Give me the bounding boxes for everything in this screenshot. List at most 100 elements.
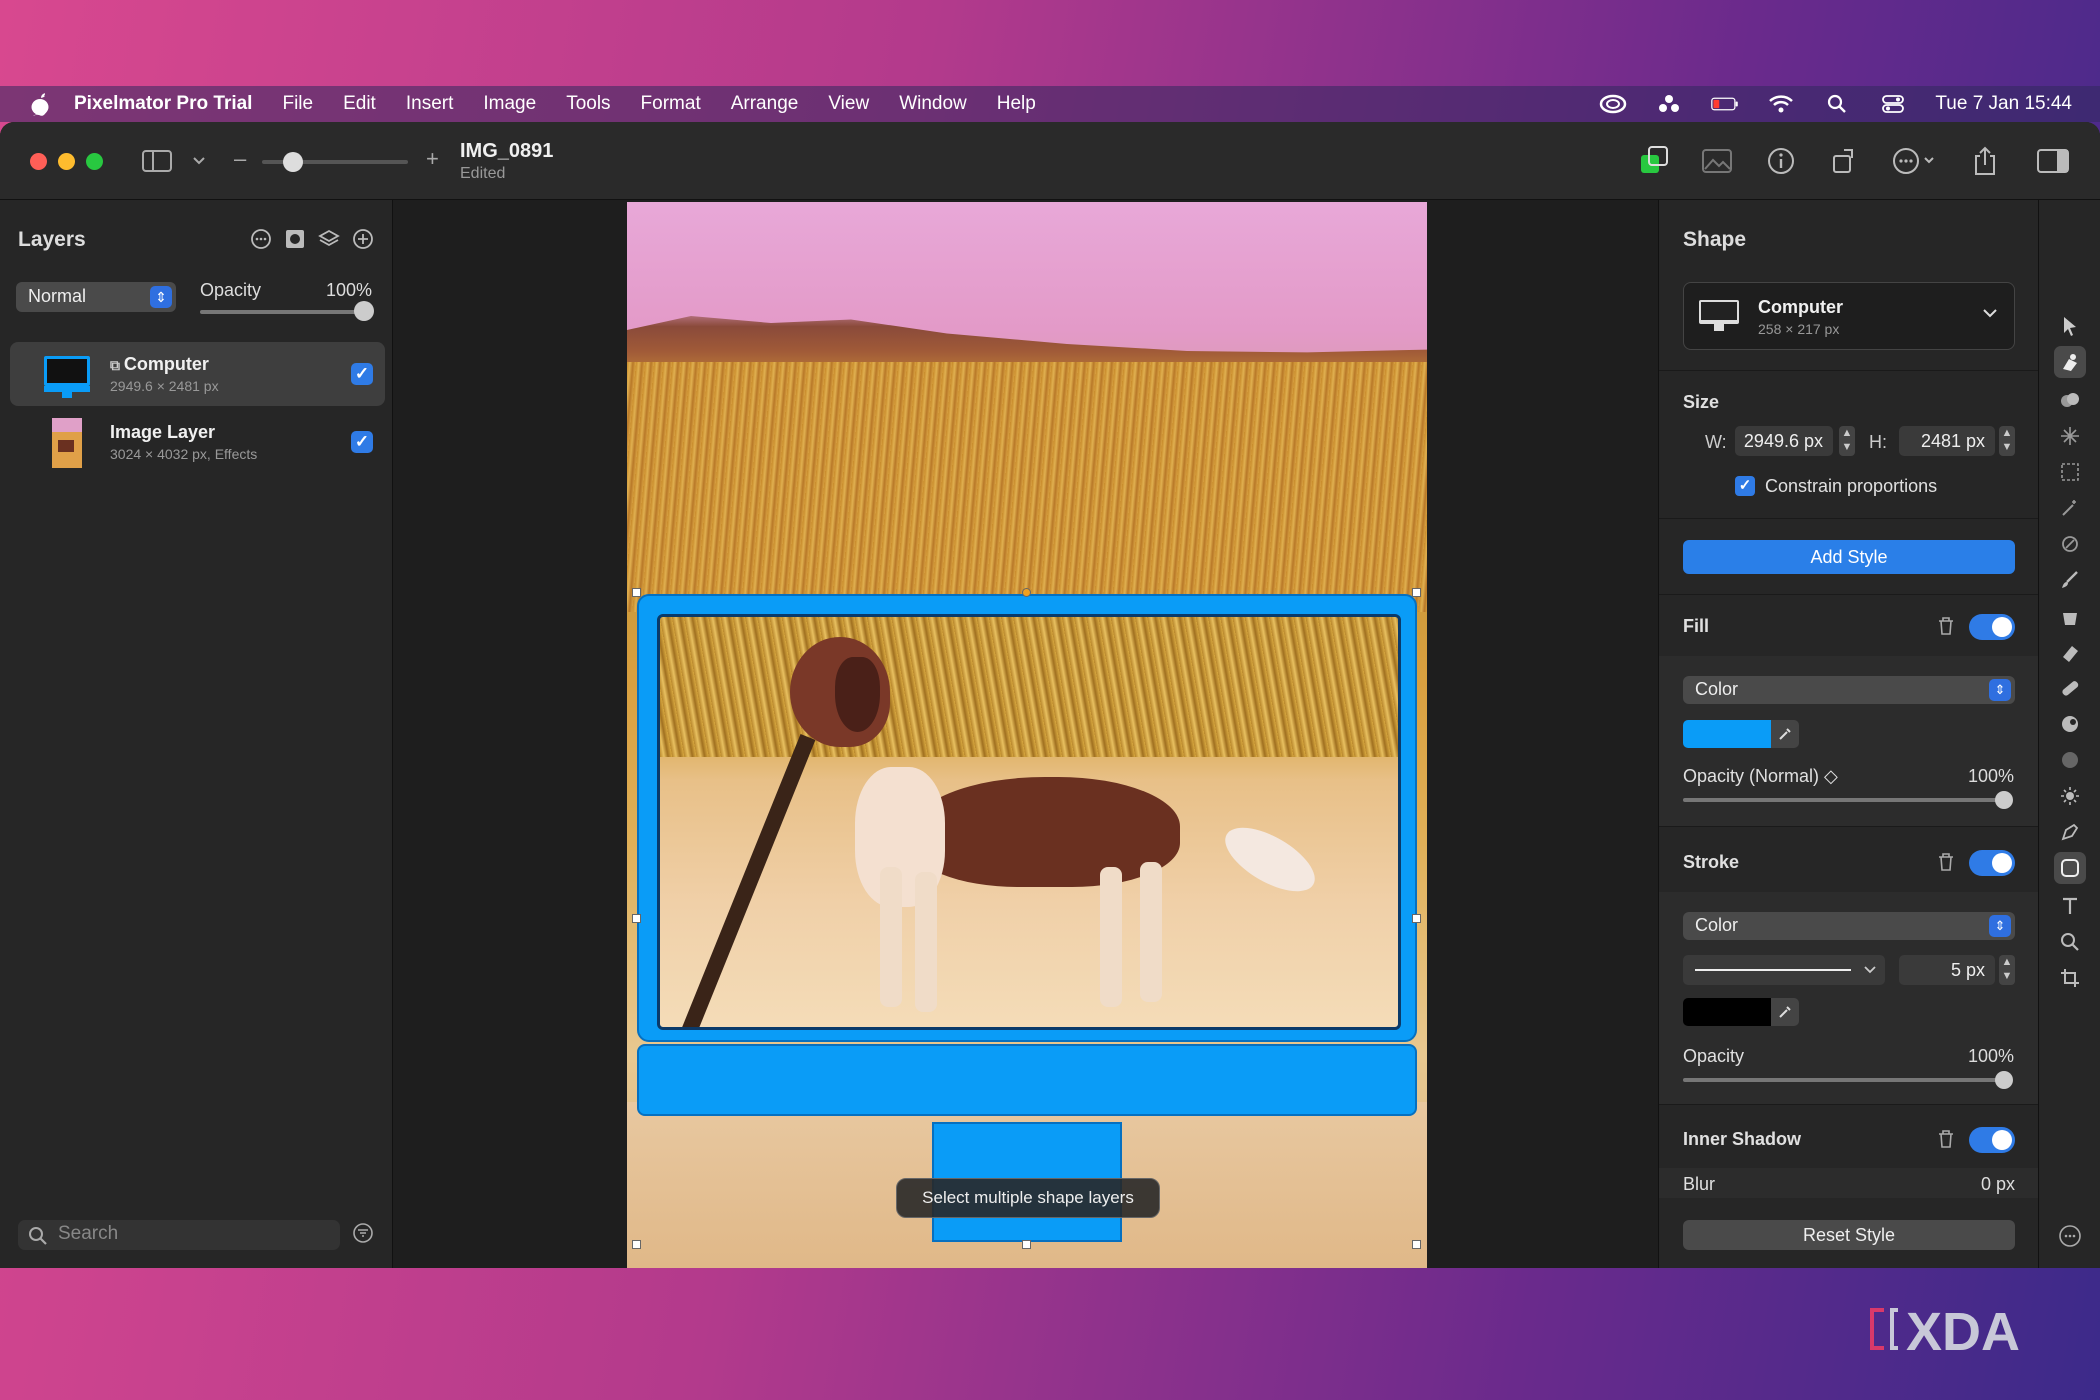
- eyedropper-icon[interactable]: [1771, 998, 1799, 1026]
- fill-opacity-slider[interactable]: [1683, 798, 2008, 802]
- inner-shadow-toggle[interactable]: [1969, 1127, 2015, 1153]
- app-menu[interactable]: Pixelmator Pro Trial: [74, 93, 252, 115]
- menu-window[interactable]: Window: [899, 93, 967, 115]
- menu-insert[interactable]: Insert: [406, 93, 454, 115]
- canvas-image[interactable]: [627, 202, 1427, 1268]
- effects-tool-icon[interactable]: [2054, 420, 2086, 452]
- color-adjust-icon[interactable]: [1638, 144, 1672, 178]
- fill-color-swatch[interactable]: [1683, 720, 1771, 748]
- search-icon[interactable]: [1823, 93, 1851, 115]
- stroke-toggle[interactable]: [1969, 850, 2015, 876]
- opacity-slider[interactable]: [200, 310, 372, 314]
- shape-preset-select[interactable]: Computer 258 × 217 px: [1683, 282, 2015, 350]
- layer-options-icon[interactable]: [250, 228, 272, 250]
- clock[interactable]: Tue 7 Jan 15:44: [1935, 93, 2072, 115]
- dropbox-icon[interactable]: [1655, 93, 1683, 115]
- zoom-slider-knob[interactable]: [283, 152, 303, 172]
- blur-tool-icon[interactable]: [2054, 744, 2086, 776]
- menu-help[interactable]: Help: [997, 93, 1036, 115]
- stroke-opacity-knob[interactable]: [1995, 1071, 2013, 1089]
- selection-handle[interactable]: [1412, 588, 1421, 597]
- fill-opacity-knob[interactable]: [1995, 791, 2013, 809]
- paint-bucket-icon[interactable]: [2054, 600, 2086, 632]
- zoom-window-button[interactable]: [86, 153, 103, 170]
- remove-background-icon[interactable]: [1700, 144, 1734, 178]
- stroke-type-select[interactable]: Color ⇕: [1683, 912, 2015, 940]
- add-style-button[interactable]: Add Style: [1683, 540, 2015, 574]
- more-tools-icon[interactable]: [2054, 1220, 2086, 1252]
- layers-search-input[interactable]: Search: [18, 1220, 340, 1250]
- zoom-plus-icon[interactable]: +: [426, 146, 439, 172]
- repair-tool-icon[interactable]: [2054, 528, 2086, 560]
- more-icon[interactable]: [1890, 144, 1940, 178]
- layer-row-computer[interactable]: ⧉ Computer 2949.6 × 2481 px ✓: [10, 342, 385, 406]
- wifi-icon[interactable]: [1767, 93, 1795, 115]
- rotate-icon[interactable]: [1828, 144, 1862, 178]
- chevron-down-icon[interactable]: [182, 144, 216, 178]
- width-stepper[interactable]: ▲ ▼: [1839, 426, 1855, 456]
- pen-tool-icon[interactable]: [2054, 816, 2086, 848]
- paint-brush-icon[interactable]: [2054, 564, 2086, 596]
- arrange-tool-icon[interactable]: [2054, 310, 2086, 342]
- menu-edit[interactable]: Edit: [343, 93, 376, 115]
- menu-arrange[interactable]: Arrange: [731, 93, 799, 115]
- layer-visibility-checkbox[interactable]: ✓: [351, 431, 373, 453]
- menu-file[interactable]: File: [282, 93, 313, 115]
- stroke-opacity-slider[interactable]: [1683, 1078, 2008, 1082]
- selection-handle[interactable]: [1412, 914, 1421, 923]
- info-icon[interactable]: [1764, 144, 1798, 178]
- selection-handle[interactable]: [632, 914, 641, 923]
- selection-handle[interactable]: [632, 588, 641, 597]
- blend-mode-select[interactable]: Normal ⇕: [16, 282, 176, 312]
- type-tool-icon[interactable]: [2054, 890, 2086, 922]
- fill-toggle[interactable]: [1969, 614, 2015, 640]
- add-layer-icon[interactable]: [352, 228, 374, 250]
- mask-icon[interactable]: [284, 228, 306, 250]
- sidebar-toggle-icon[interactable]: [140, 144, 174, 178]
- layers-stack-icon[interactable]: [318, 228, 340, 250]
- selection-handle[interactable]: [632, 1240, 641, 1249]
- menu-image[interactable]: Image: [483, 93, 536, 115]
- stroke-width-stepper[interactable]: ▲ ▼: [1999, 955, 2015, 985]
- height-stepper[interactable]: ▲ ▼: [1999, 426, 2015, 456]
- apple-icon[interactable]: [30, 92, 52, 116]
- height-field[interactable]: 2481 px: [1899, 426, 1995, 456]
- reset-style-button[interactable]: Reset Style: [1683, 1220, 2015, 1250]
- menu-format[interactable]: Format: [641, 93, 701, 115]
- right-sidebar-icon[interactable]: [2036, 144, 2070, 178]
- selection-handle[interactable]: [1022, 1240, 1031, 1249]
- control-center-icon[interactable]: [1879, 93, 1907, 115]
- menu-tools[interactable]: Tools: [566, 93, 610, 115]
- crop-tool-icon[interactable]: [2054, 962, 2086, 994]
- clone-tool-icon[interactable]: [2054, 708, 2086, 740]
- minimize-window-button[interactable]: [58, 153, 75, 170]
- shape-tool-icon[interactable]: [2054, 852, 2086, 884]
- computer-shape-monitor[interactable]: [637, 594, 1417, 1042]
- stroke-width-field[interactable]: 5 px: [1899, 955, 1995, 985]
- filter-icon[interactable]: [352, 1222, 374, 1244]
- style-tool-icon[interactable]: [2054, 346, 2086, 378]
- battery-icon[interactable]: [1711, 93, 1739, 115]
- width-field[interactable]: 2949.6 px: [1735, 426, 1833, 456]
- trash-icon[interactable]: [1937, 1129, 1955, 1149]
- creative-cloud-icon[interactable]: [1599, 93, 1627, 115]
- bandage-icon[interactable]: [2054, 672, 2086, 704]
- stroke-color-swatch[interactable]: [1683, 998, 1771, 1026]
- computer-shape-chin[interactable]: [637, 1044, 1417, 1116]
- trash-icon[interactable]: [1937, 616, 1955, 636]
- menu-view[interactable]: View: [828, 93, 869, 115]
- trash-icon[interactable]: [1937, 852, 1955, 872]
- selection-handle[interactable]: [1412, 1240, 1421, 1249]
- lighten-tool-icon[interactable]: [2054, 780, 2086, 812]
- selection-handle[interactable]: [1022, 588, 1031, 597]
- zoom-tool-icon[interactable]: [2054, 926, 2086, 958]
- zoom-minus-icon[interactable]: –: [234, 146, 246, 172]
- fill-type-select[interactable]: Color ⇕: [1683, 676, 2015, 704]
- opacity-slider-knob[interactable]: [354, 301, 374, 321]
- selection-tool-icon[interactable]: [2054, 456, 2086, 488]
- magic-wand-icon[interactable]: [2054, 492, 2086, 524]
- close-window-button[interactable]: [30, 153, 47, 170]
- color-adjust-tool-icon[interactable]: [2054, 384, 2086, 416]
- eyedropper-icon[interactable]: [1771, 720, 1799, 748]
- eraser-icon[interactable]: [2054, 636, 2086, 668]
